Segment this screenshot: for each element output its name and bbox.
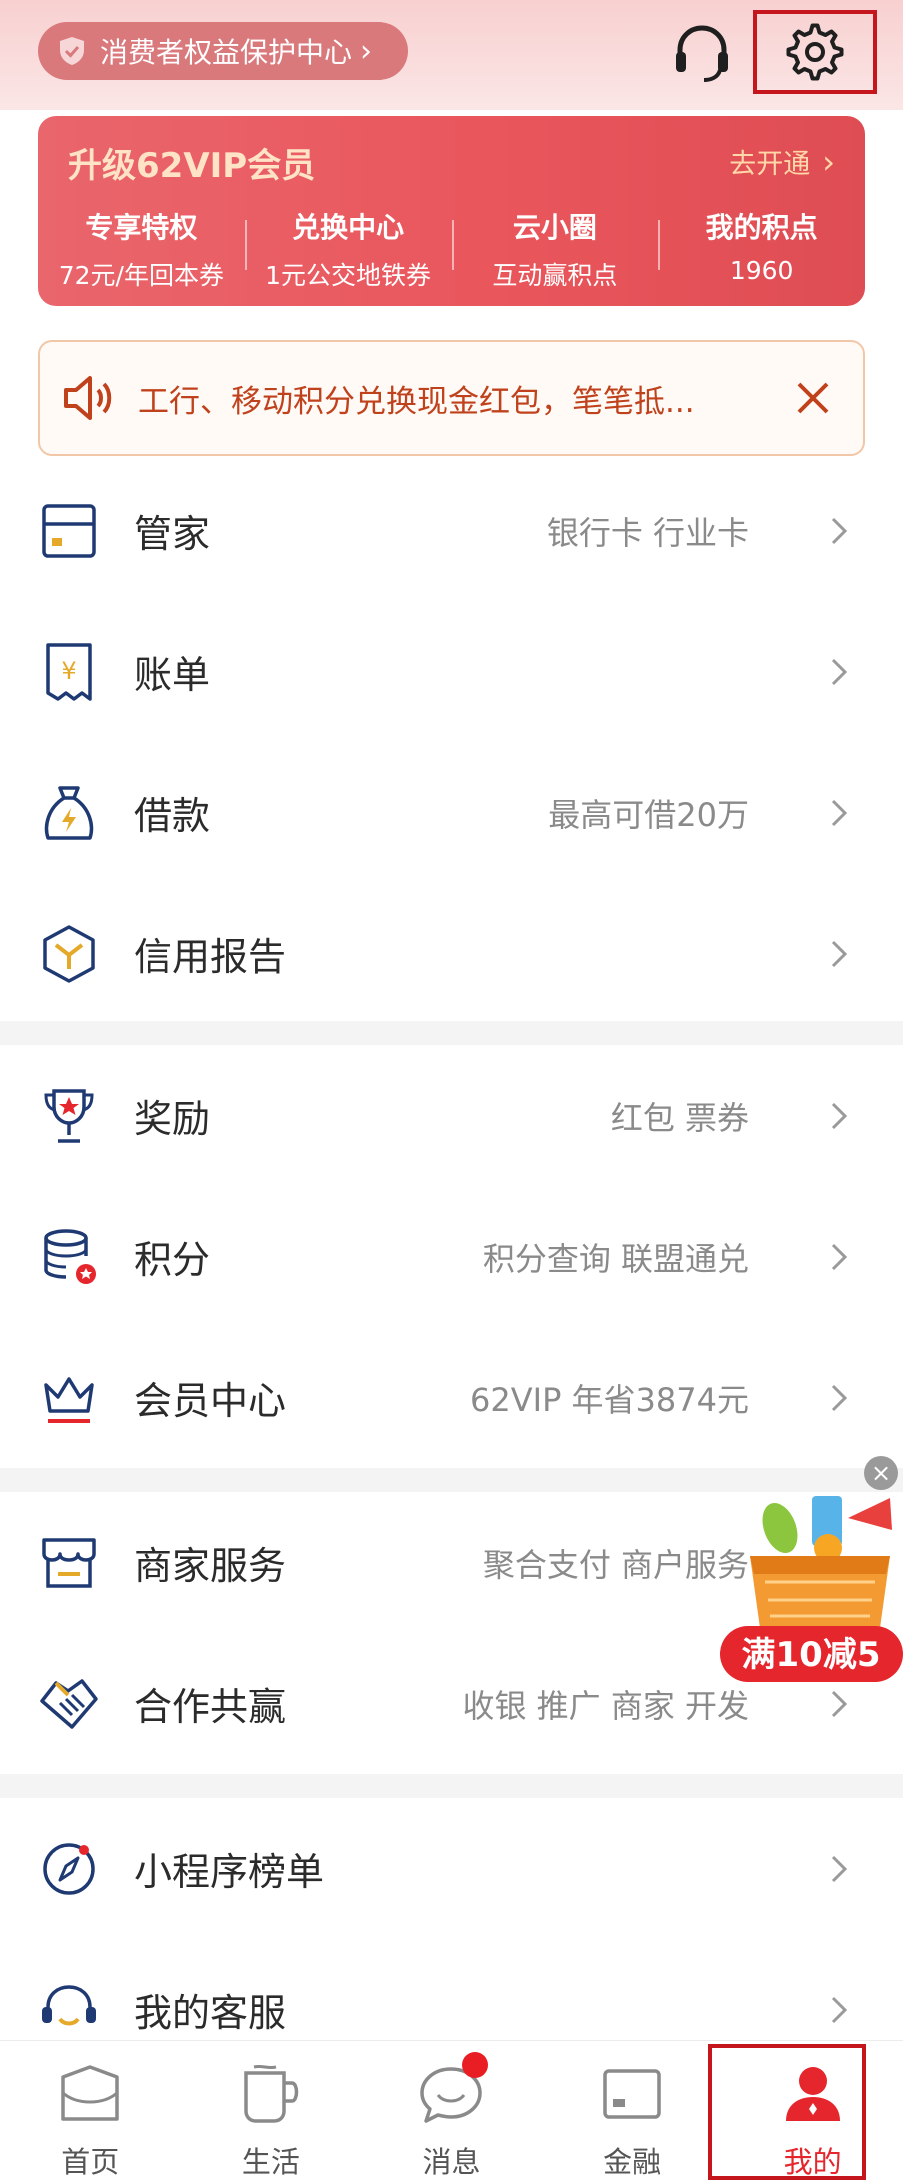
gear-icon — [786, 23, 844, 81]
trophy-icon — [44, 1088, 94, 1143]
vip-item-sub: 互动赢积点 — [492, 261, 618, 290]
bill-icon: ¥ — [46, 642, 92, 701]
chevron-right-icon — [831, 1855, 848, 1882]
menu-item-label: 借款 — [134, 794, 211, 838]
headset-icon[interactable] — [670, 20, 734, 84]
tab-label: 首页 — [61, 2145, 120, 2179]
chevron-right-icon — [831, 1102, 848, 1129]
loan-bag-icon — [44, 785, 94, 840]
vip-open-button[interactable]: 去开通 › — [729, 142, 835, 181]
crown-icon — [44, 1376, 94, 1423]
finance-card-icon — [603, 2069, 661, 2119]
cup-icon — [244, 2064, 299, 2123]
menu-item-rewards[interactable]: 奖励 红包 票券 — [0, 1045, 903, 1186]
menu-item-label: 积分 — [134, 1238, 211, 1282]
chevron-right-icon — [831, 517, 848, 544]
chevron-right-icon — [831, 1996, 848, 2023]
menu-item-label: 信用报告 — [134, 935, 287, 979]
vip-item-privilege[interactable]: 专享特权 72元/年回本券 — [38, 206, 245, 296]
vip-item-cloud-circle[interactable]: 云小圈 互动赢积点 — [451, 206, 659, 296]
shield-icon — [60, 37, 84, 65]
tab-home[interactable]: 首页 — [0, 2041, 181, 2184]
service-icon — [42, 1984, 96, 2025]
chevron-right-icon — [831, 799, 848, 826]
coins-icon — [44, 1228, 96, 1284]
menu-item-bill[interactable]: ¥ 账单 — [0, 601, 903, 742]
tab-label: 生活 — [241, 2145, 300, 2179]
vip-item-title: 我的积点 — [705, 211, 818, 244]
menu-item-sub: 收银 推广 商家 开发 — [462, 1686, 749, 1725]
menu-item-label: 我的客服 — [134, 1991, 287, 2035]
tab-messages[interactable]: 消息 — [361, 2041, 542, 2184]
card-icon — [42, 503, 96, 558]
chevron-right-icon — [831, 658, 848, 685]
vip-card[interactable]: 升级62VIP会员 去开通 › 专享特权 72元/年回本券 兑换中心 1元公交地… — [38, 116, 865, 306]
menu-item-label: 会员中心 — [134, 1379, 287, 1423]
store-icon — [42, 1537, 96, 1588]
menu-item-sub: 红包 票券 — [610, 1098, 749, 1137]
chevron-right-icon — [831, 1243, 848, 1270]
vip-item-title: 兑换中心 — [292, 211, 405, 244]
home-icon — [61, 2065, 120, 2121]
vip-item-exchange[interactable]: 兑换中心 1元公交地铁券 — [244, 206, 452, 296]
chevron-right-icon: › — [822, 142, 835, 181]
menu-group-4: 小程序榜单 我的客服 — [0, 1798, 903, 2080]
menu-item-member-center[interactable]: 会员中心 62VIP 年省3874元 — [0, 1327, 903, 1468]
chevron-right-icon — [831, 1384, 848, 1411]
tab-label: 金融 — [603, 2145, 662, 2179]
tab-label: 消息 — [422, 2145, 481, 2179]
handshake-icon — [40, 1678, 98, 1729]
vip-item-title: 专享特权 — [85, 211, 198, 244]
tab-finance[interactable]: 金融 — [542, 2041, 723, 2184]
credit-report-icon — [43, 924, 95, 983]
vip-item-sub: 72元/年回本券 — [58, 261, 224, 290]
chevron-right-icon — [831, 940, 848, 967]
vip-item-points[interactable]: 我的积点 1960 — [658, 206, 865, 296]
vip-item-sub: 1960 — [729, 256, 794, 285]
consumer-protection-link[interactable]: 消费者权益保护中心 › — [38, 22, 408, 80]
menu-item-mini-program-rank[interactable]: 小程序榜单 — [0, 1798, 903, 1939]
section-divider — [0, 1774, 903, 1798]
tab-life[interactable]: 生活 — [181, 2041, 362, 2184]
menu-item-label: 管家 — [134, 512, 211, 556]
menu-item-label: 小程序榜单 — [134, 1850, 325, 1894]
vip-open-label: 去开通 — [729, 149, 811, 180]
promo-basket-icon[interactable]: 满10减5 — [720, 1478, 903, 1688]
vip-item-sub: 1元公交地铁券 — [265, 261, 432, 290]
menu-item-sub: 最高可借20万 — [548, 795, 749, 834]
tab-mine-highlight — [708, 2044, 866, 2180]
menu-item-label: 账单 — [134, 653, 211, 697]
menu-item-sub: 积分查询 联盟通兑 — [482, 1239, 749, 1278]
consumer-protection-label: 消费者权益保护中心 — [100, 36, 353, 69]
chevron-right-icon — [831, 1690, 848, 1717]
compass-icon — [43, 1842, 95, 1895]
notice-bar[interactable]: 工行、移动积分兑换现金红包，笔笔抵... — [38, 340, 865, 456]
vip-title: 升级62VIP会员 — [68, 146, 316, 186]
menu-item-credit-report[interactable]: 信用报告 — [0, 883, 903, 1024]
svg-text:¥: ¥ — [61, 657, 76, 685]
close-icon[interactable] — [793, 378, 833, 418]
section-divider — [0, 1021, 903, 1045]
vip-item-title: 云小圈 — [512, 211, 597, 244]
notice-text: 工行、移动积分兑换现金红包，笔笔抵... — [138, 383, 695, 420]
menu-item-loan[interactable]: 借款 最高可借20万 — [0, 742, 903, 883]
menu-item-label: 商家服务 — [134, 1544, 287, 1588]
promo-label: 满10减5 — [742, 1635, 881, 1675]
menu-item-sub: 聚合支付 商户服务 — [482, 1545, 749, 1584]
menu-group-2: 奖励 红包 票券 积分 积分查询 联盟通兑 会员中心 62VIP 年省3874元 — [0, 1045, 903, 1468]
menu-item-points[interactable]: 积分 积分查询 联盟通兑 — [0, 1186, 903, 1327]
menu-item-sub: 银行卡 行业卡 — [546, 513, 749, 552]
menu-item-label: 奖励 — [134, 1097, 211, 1141]
chevron-right-icon: › — [360, 33, 373, 69]
menu-group-1: 管家 银行卡 行业卡 ¥ 账单 借款 最高可借20万 信用报告 — [0, 460, 903, 1024]
menu-item-butler[interactable]: 管家 银行卡 行业卡 — [0, 460, 903, 601]
unread-badge — [462, 2052, 488, 2078]
speaker-icon — [64, 376, 112, 420]
menu-item-label: 合作共赢 — [134, 1685, 287, 1729]
settings-button[interactable] — [753, 10, 877, 94]
menu-item-sub: 62VIP 年省3874元 — [470, 1380, 749, 1419]
